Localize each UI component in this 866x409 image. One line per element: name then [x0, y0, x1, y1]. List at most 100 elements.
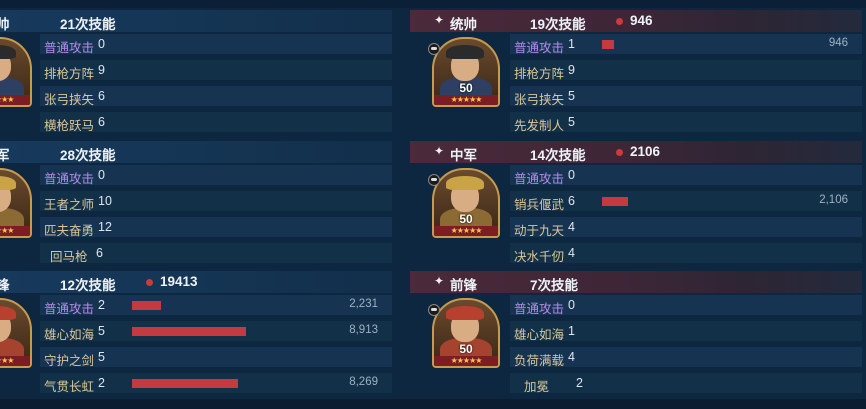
hero-portrait[interactable]: 50 ★★★★★ — [432, 168, 500, 238]
skill-row[interactable]: 回马枪 6 — [40, 241, 392, 265]
skill-cast-count: 0 — [98, 168, 105, 182]
skill-cast-count: 0 — [568, 168, 575, 182]
skill-damage-value: 946 — [828, 37, 848, 49]
group-header: 锋 12次技能 19413 — [0, 271, 392, 293]
skill-row[interactable]: 动于九天 4 — [510, 215, 862, 239]
hero-level: 50 — [459, 212, 473, 226]
skill-row[interactable]: 普通攻击 0 — [40, 32, 392, 56]
skill-cast-count: 6 — [98, 115, 105, 129]
damage-bar — [132, 301, 161, 310]
damage-dot-icon — [146, 279, 153, 286]
skill-row[interactable]: 普通攻击 1 946 — [510, 32, 862, 56]
damage-dot-icon — [616, 149, 623, 156]
skill-name: 负荷满载 — [514, 354, 565, 368]
group-header: 军 28次技能 — [0, 141, 392, 163]
damage-bar — [602, 40, 614, 49]
skill-cast-count: 4 — [568, 220, 575, 234]
skill-row[interactable]: 普通攻击 0 — [510, 293, 862, 317]
hero-portrait[interactable]: ★★★★★ — [0, 37, 32, 107]
skill-row[interactable]: 先发制人 5 — [510, 110, 862, 134]
skill-row[interactable]: 普通攻击 2 2,231 — [40, 293, 392, 317]
skill-row[interactable]: 守护之剑 5 — [40, 345, 392, 369]
skill-name: 横枪跃马 — [44, 119, 95, 133]
skill-row[interactable]: 雄心如海 1 — [510, 319, 862, 343]
skill-row[interactable]: 气贯长虹 2 8,269 — [40, 371, 392, 395]
skill-name: 动于九天 — [514, 224, 565, 238]
skill-cast-count: 0 — [98, 37, 105, 51]
skill-name: 普通攻击 — [44, 41, 95, 55]
position-label: 中军 — [450, 148, 477, 163]
damage-bar — [132, 327, 246, 336]
skill-row[interactable]: 普通攻击 0 — [510, 163, 862, 187]
skill-count: 19次技能 — [530, 17, 586, 32]
skill-row[interactable]: 决水千仞 4 — [510, 241, 862, 265]
skill-row[interactable]: 加冕 2 — [510, 371, 862, 395]
skill-cast-count: 6 — [568, 194, 575, 208]
skill-row[interactable]: 排枪方阵 9 — [510, 58, 862, 82]
skill-cast-count: 10 — [98, 194, 112, 208]
skill-name: 销兵偃武 — [514, 198, 565, 212]
skill-count: 28次技能 — [60, 148, 116, 163]
skill-row[interactable]: 匹夫奋勇 12 — [40, 215, 392, 239]
skill-cast-count: 6 — [96, 246, 103, 260]
skill-row[interactable]: 销兵偃武 6 2,106 — [510, 189, 862, 213]
damage-bar — [602, 197, 628, 206]
hero-portrait[interactable]: 50 ★★★★★ — [432, 298, 500, 368]
skill-name: 回马枪 — [50, 250, 88, 264]
skill-name: 排枪方阵 — [514, 67, 565, 81]
skill-name: 雄心如海 — [514, 328, 565, 342]
skill-cast-count: 9 — [98, 63, 105, 77]
skill-row[interactable]: 雄心如海 5 8,913 — [40, 319, 392, 343]
sparkle-icon: ✦ — [434, 144, 445, 158]
damage-bar — [132, 379, 238, 388]
skill-cast-count: 4 — [568, 246, 575, 260]
equipment-badge-icon — [428, 304, 440, 316]
skill-name: 雄心如海 — [44, 328, 95, 342]
skill-row[interactable]: 王者之师 10 — [40, 189, 392, 213]
sparkle-icon: ✦ — [434, 274, 445, 288]
total-damage: 946 — [630, 13, 653, 28]
skill-name: 普通攻击 — [44, 172, 95, 186]
skill-row[interactable]: 排枪方阵 9 — [40, 58, 392, 82]
star-rating: ★★★★★ — [0, 95, 30, 105]
skill-cast-count: 9 — [568, 63, 575, 77]
skill-count: 7次技能 — [530, 278, 579, 293]
skill-name: 普通攻击 — [514, 41, 565, 55]
skill-row[interactable]: 横枪跃马 6 — [40, 110, 392, 134]
hero-portrait[interactable]: 50 ★★★★★ — [432, 37, 500, 107]
skill-damage-value: 8,269 — [349, 376, 378, 388]
skill-cast-count: 5 — [568, 89, 575, 103]
group-header: ✦ 前锋 7次技能 — [410, 271, 862, 293]
skill-count: 12次技能 — [60, 278, 116, 293]
hero-level: 50 — [459, 342, 473, 356]
skill-cast-count: 6 — [98, 89, 105, 103]
sparkle-icon: ✦ — [434, 13, 445, 27]
hero-portrait[interactable]: ★★★★★ — [0, 168, 32, 238]
skill-row[interactable]: 张弓挟矢 5 — [510, 84, 862, 108]
skill-count: 21次技能 — [60, 17, 116, 32]
hero-portrait[interactable]: ★★★★★ — [0, 298, 32, 368]
group-header: 帅 21次技能 — [0, 10, 392, 32]
skill-cast-count: 2 — [98, 298, 105, 312]
skill-name: 普通攻击 — [514, 302, 565, 316]
equipment-badge-icon — [428, 43, 440, 55]
skill-row[interactable]: 张弓挟矢 6 — [40, 84, 392, 108]
position-label: 锋 — [0, 278, 10, 293]
star-rating: ★★★★★ — [434, 356, 498, 366]
skill-name: 决水千仞 — [514, 250, 565, 264]
skill-name: 气贯长虹 — [44, 380, 95, 394]
skill-cast-count: 5 — [98, 350, 105, 364]
row-background — [40, 243, 392, 263]
row-background — [510, 373, 862, 393]
skill-name: 王者之师 — [44, 198, 95, 212]
skill-cast-count: 5 — [98, 324, 105, 338]
position-label: 军 — [0, 148, 10, 163]
skill-name: 守护之剑 — [44, 354, 95, 368]
skill-name: 张弓挟矢 — [514, 93, 565, 107]
skill-row[interactable]: 普通攻击 0 — [40, 163, 392, 187]
skill-name: 先发制人 — [514, 119, 565, 133]
skill-count: 14次技能 — [530, 148, 586, 163]
star-rating: ★★★★★ — [434, 226, 498, 236]
skill-row[interactable]: 负荷满载 4 — [510, 345, 862, 369]
bottom-strip — [0, 399, 866, 409]
